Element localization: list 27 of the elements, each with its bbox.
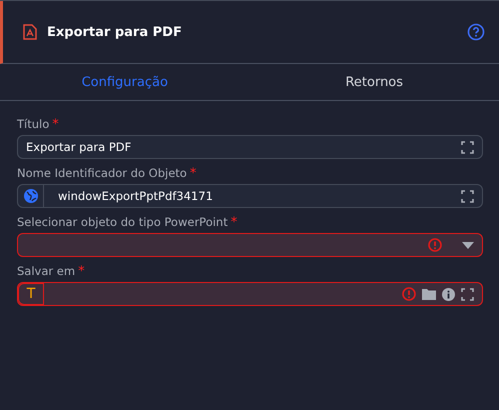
tab[interactable]: Configuração (0, 64, 250, 100)
expand-icon[interactable] (461, 288, 474, 300)
field-label: Título (17, 117, 50, 131)
dropdown-caret-icon[interactable] (462, 242, 474, 248)
tab[interactable]: Retornos (250, 64, 499, 100)
select-field[interactable] (17, 233, 483, 257)
input-field[interactable]: Exportar para PDF (17, 135, 483, 159)
info-icon[interactable] (442, 288, 455, 300)
input-field[interactable]: windowExportPptPdf34171 (17, 184, 483, 208)
required-asterisk: * (78, 264, 85, 279)
text-type-icon: T (26, 286, 36, 302)
help-icon[interactable] (467, 23, 485, 41)
field-label: Nome Identificador do Objeto (17, 166, 187, 180)
pdf-file-icon (23, 24, 37, 40)
required-asterisk: * (230, 215, 238, 230)
folder-icon[interactable] (422, 288, 436, 300)
error-icon (428, 238, 442, 252)
required-asterisk: * (52, 117, 59, 132)
field-label: Salvar em (17, 264, 76, 278)
globe-icon (24, 189, 38, 203)
field-label: Selecionar objeto do tipo PowerPoint (17, 215, 228, 229)
input-field[interactable]: T (17, 282, 483, 306)
expand-icon[interactable] (461, 190, 474, 202)
required-asterisk: * (190, 166, 196, 181)
error-icon (402, 287, 416, 301)
window-title: Exportar para PDF (47, 24, 183, 40)
expand-icon[interactable] (461, 140, 474, 154)
